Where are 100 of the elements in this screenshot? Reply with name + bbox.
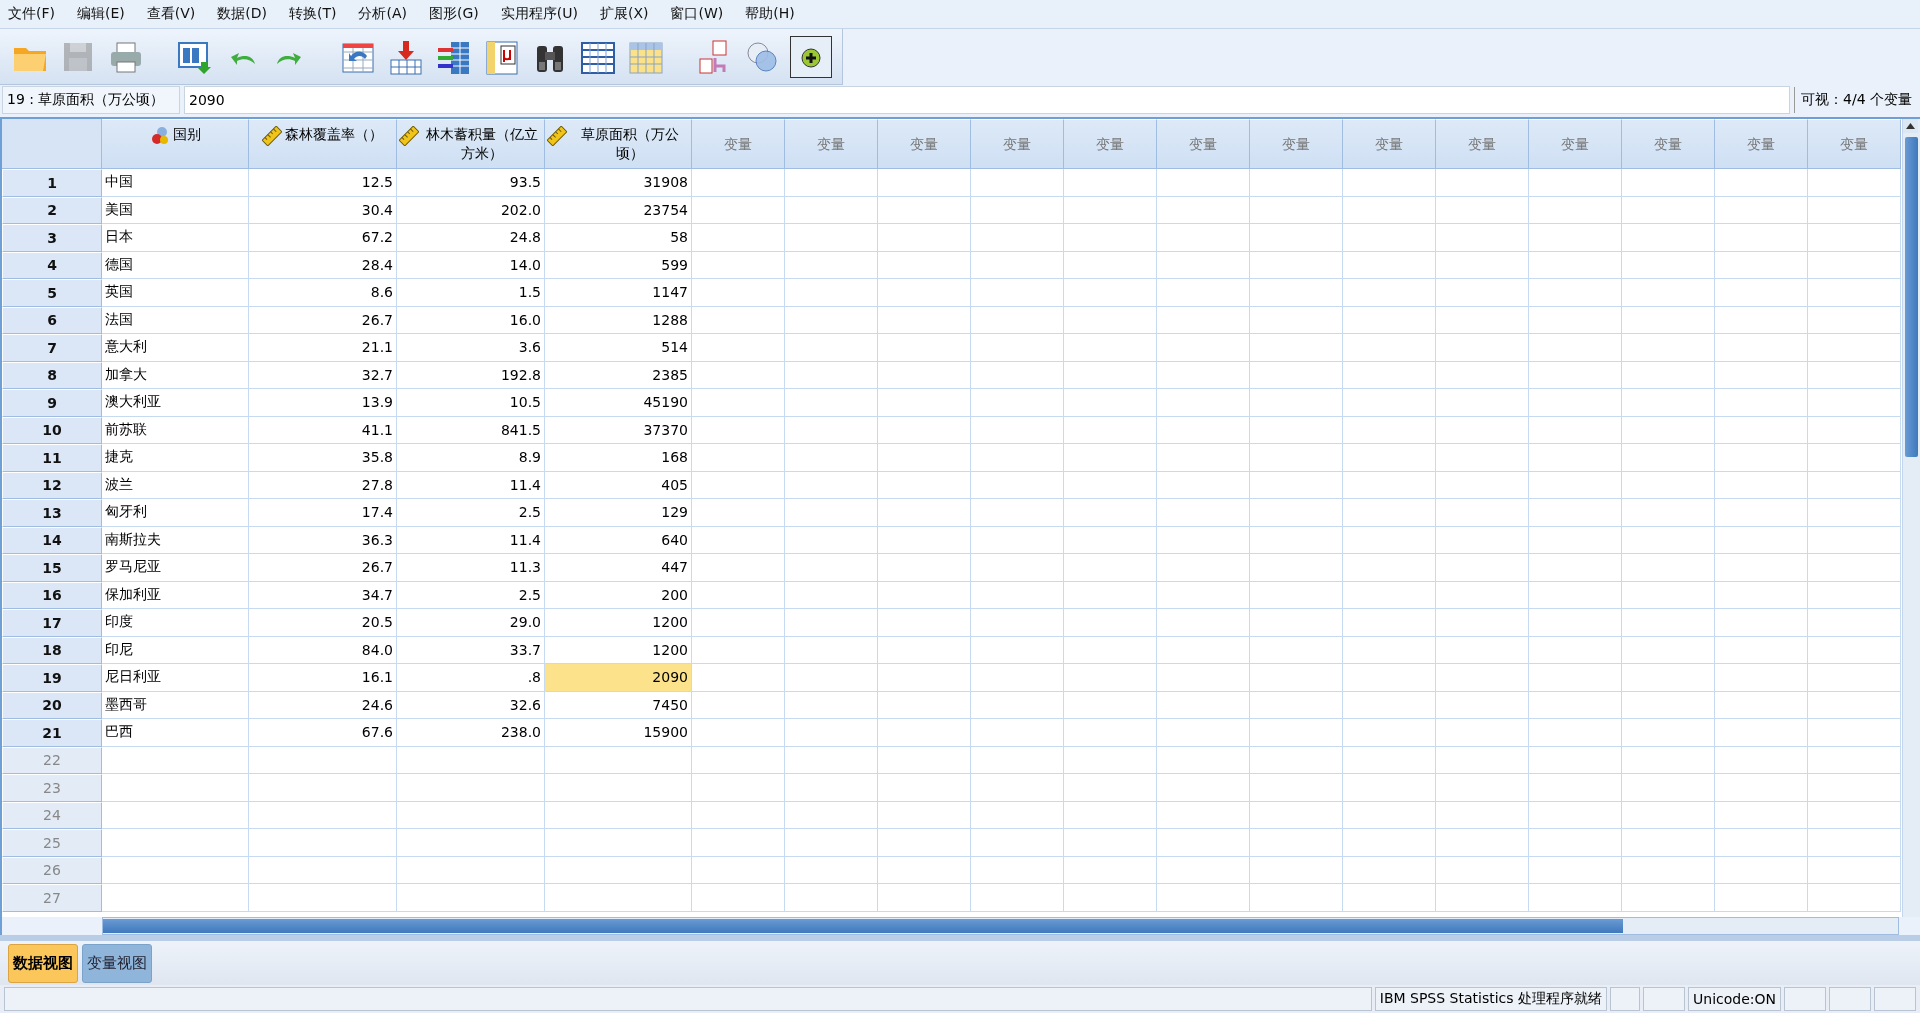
table-cell[interactable]: 印度 bbox=[102, 609, 249, 637]
empty-cell[interactable] bbox=[1064, 526, 1157, 554]
empty-cell[interactable] bbox=[1064, 169, 1157, 197]
empty-variable-header[interactable]: 变量 bbox=[1529, 119, 1622, 169]
empty-cell[interactable] bbox=[692, 746, 785, 774]
empty-cell[interactable] bbox=[785, 581, 878, 609]
empty-cell[interactable] bbox=[1250, 801, 1343, 829]
empty-cell[interactable] bbox=[692, 884, 785, 912]
empty-cell[interactable] bbox=[1064, 499, 1157, 527]
empty-cell[interactable] bbox=[971, 609, 1064, 637]
empty-cell[interactable] bbox=[1064, 196, 1157, 224]
empty-cell[interactable] bbox=[971, 416, 1064, 444]
empty-cell[interactable] bbox=[545, 774, 692, 802]
row-number[interactable]: 16 bbox=[2, 581, 102, 609]
empty-cell[interactable] bbox=[397, 856, 545, 884]
empty-cell[interactable] bbox=[1808, 196, 1901, 224]
table-cell[interactable]: 波兰 bbox=[102, 471, 249, 499]
table-cell[interactable]: 3.6 bbox=[397, 334, 545, 362]
empty-cell[interactable] bbox=[1529, 526, 1622, 554]
empty-cell[interactable] bbox=[1157, 856, 1250, 884]
empty-cell[interactable] bbox=[1157, 334, 1250, 362]
empty-cell[interactable] bbox=[1343, 196, 1436, 224]
empty-cell[interactable] bbox=[1064, 856, 1157, 884]
empty-variable-header[interactable]: 变量 bbox=[971, 119, 1064, 169]
empty-cell[interactable] bbox=[1715, 279, 1808, 307]
empty-cell[interactable] bbox=[1064, 801, 1157, 829]
empty-cell[interactable] bbox=[1529, 664, 1622, 692]
table-cell[interactable]: 26.7 bbox=[249, 554, 397, 582]
empty-cell[interactable] bbox=[1529, 746, 1622, 774]
empty-cell[interactable] bbox=[1436, 169, 1529, 197]
empty-cell[interactable] bbox=[785, 444, 878, 472]
empty-cell[interactable] bbox=[692, 829, 785, 857]
empty-cell[interactable] bbox=[878, 306, 971, 334]
menu-item[interactable]: 分析(A) bbox=[350, 5, 421, 23]
empty-cell[interactable] bbox=[878, 444, 971, 472]
empty-cell[interactable] bbox=[1715, 609, 1808, 637]
empty-cell[interactable] bbox=[1808, 306, 1901, 334]
empty-cell[interactable] bbox=[1343, 279, 1436, 307]
empty-cell[interactable] bbox=[1622, 719, 1715, 747]
empty-cell[interactable] bbox=[1436, 884, 1529, 912]
empty-cell[interactable] bbox=[1343, 416, 1436, 444]
view-tab[interactable]: 数据视图 bbox=[8, 943, 78, 983]
menu-item[interactable]: 帮助(H) bbox=[737, 5, 809, 23]
empty-variable-header[interactable]: 变量 bbox=[1064, 119, 1157, 169]
empty-cell[interactable] bbox=[1343, 471, 1436, 499]
empty-cell[interactable] bbox=[1808, 169, 1901, 197]
row-number[interactable]: 7 bbox=[2, 334, 102, 362]
empty-cell[interactable] bbox=[1529, 416, 1622, 444]
table-cell[interactable]: 24.8 bbox=[397, 224, 545, 252]
row-number[interactable]: 11 bbox=[2, 444, 102, 472]
empty-cell[interactable] bbox=[1157, 609, 1250, 637]
empty-cell[interactable] bbox=[1250, 554, 1343, 582]
empty-variable-header[interactable]: 变量 bbox=[1715, 119, 1808, 169]
empty-cell[interactable] bbox=[878, 829, 971, 857]
empty-cell[interactable] bbox=[692, 224, 785, 252]
empty-cell[interactable] bbox=[1622, 224, 1715, 252]
empty-cell[interactable] bbox=[692, 169, 785, 197]
empty-cell[interactable] bbox=[1808, 444, 1901, 472]
empty-cell[interactable] bbox=[1808, 279, 1901, 307]
row-number[interactable]: 14 bbox=[2, 526, 102, 554]
empty-cell[interactable] bbox=[1436, 856, 1529, 884]
empty-cell[interactable] bbox=[878, 581, 971, 609]
empty-cell[interactable] bbox=[1250, 636, 1343, 664]
table-cell[interactable]: 1.5 bbox=[397, 279, 545, 307]
empty-cell[interactable] bbox=[785, 306, 878, 334]
table-cell[interactable]: 加拿大 bbox=[102, 361, 249, 389]
empty-cell[interactable] bbox=[1715, 361, 1808, 389]
empty-cell[interactable] bbox=[1529, 554, 1622, 582]
empty-cell[interactable] bbox=[785, 224, 878, 252]
empty-cell[interactable] bbox=[878, 746, 971, 774]
empty-cell[interactable] bbox=[1715, 444, 1808, 472]
empty-cell[interactable] bbox=[1529, 801, 1622, 829]
empty-cell[interactable] bbox=[971, 554, 1064, 582]
empty-cell[interactable] bbox=[785, 389, 878, 417]
empty-cell[interactable] bbox=[878, 609, 971, 637]
empty-cell[interactable] bbox=[785, 801, 878, 829]
empty-cell[interactable] bbox=[1157, 416, 1250, 444]
empty-cell[interactable] bbox=[1529, 361, 1622, 389]
table-cell[interactable]: 67.6 bbox=[249, 719, 397, 747]
empty-cell[interactable] bbox=[1064, 251, 1157, 279]
table-cell[interactable]: 405 bbox=[545, 471, 692, 499]
row-number[interactable]: 8 bbox=[2, 361, 102, 389]
empty-cell[interactable] bbox=[971, 829, 1064, 857]
empty-cell[interactable] bbox=[1622, 884, 1715, 912]
empty-cell[interactable] bbox=[1529, 306, 1622, 334]
empty-cell[interactable] bbox=[1529, 774, 1622, 802]
empty-cell[interactable] bbox=[878, 471, 971, 499]
empty-cell[interactable] bbox=[1622, 691, 1715, 719]
table-cell[interactable]: 2.5 bbox=[397, 499, 545, 527]
table-cell[interactable]: 67.2 bbox=[249, 224, 397, 252]
empty-cell[interactable] bbox=[971, 169, 1064, 197]
empty-cell[interactable] bbox=[1436, 801, 1529, 829]
empty-cell[interactable] bbox=[971, 361, 1064, 389]
table-cell[interactable]: 尼日利亚 bbox=[102, 664, 249, 692]
empty-cell[interactable] bbox=[1622, 856, 1715, 884]
empty-cell[interactable] bbox=[1250, 169, 1343, 197]
empty-cell[interactable] bbox=[1343, 746, 1436, 774]
empty-cell[interactable] bbox=[1622, 499, 1715, 527]
empty-cell[interactable] bbox=[1808, 719, 1901, 747]
empty-cell[interactable] bbox=[692, 554, 785, 582]
